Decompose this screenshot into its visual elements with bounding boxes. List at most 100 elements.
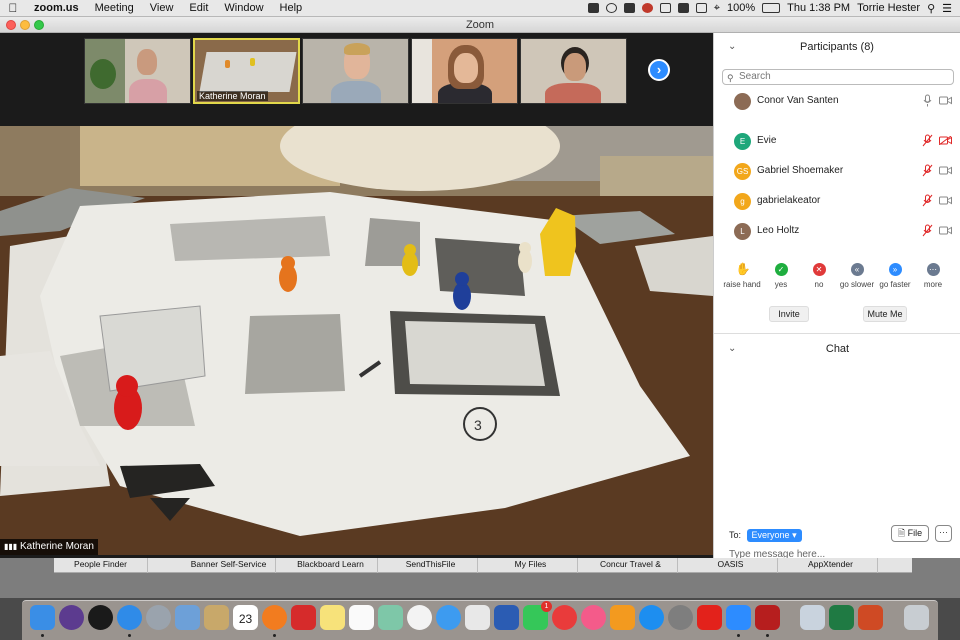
minimize-button[interactable] xyxy=(20,20,30,30)
menu-meeting[interactable]: Meeting xyxy=(87,2,142,14)
menu-help[interactable]: Help xyxy=(272,2,311,14)
mute-me-button[interactable]: Mute Me xyxy=(863,306,907,322)
yes-button[interactable]: ✓ yes xyxy=(761,263,801,289)
creative-cloud-icon[interactable] xyxy=(605,3,617,13)
acrobat-icon[interactable] xyxy=(755,605,780,630)
status-app-icon[interactable] xyxy=(587,3,599,13)
participant-row[interactable]: GS Gabriel Shoemaker xyxy=(714,156,960,186)
apple-icon[interactable]:  xyxy=(0,1,26,15)
participant-row[interactable]: L Leo Holtz xyxy=(714,216,960,246)
close-button[interactable] xyxy=(6,20,16,30)
status-app-icon-2[interactable] xyxy=(623,3,635,13)
reactions-bar: ✋ raise hand ✓ yes ✕ no « go slower » go… xyxy=(714,259,960,303)
textedit-icon[interactable] xyxy=(465,605,490,630)
video-camera-icon[interactable] xyxy=(939,96,952,105)
participant-row[interactable]: E Evie xyxy=(714,126,960,156)
chat-more-button[interactable]: ··· xyxy=(935,525,952,542)
zoom-icon[interactable] xyxy=(726,605,751,630)
bookmark-blackboard[interactable]: Blackboard Learn xyxy=(284,558,378,573)
bookmark-concur[interactable]: Concur Travel & xyxy=(584,558,678,573)
maps-icon[interactable] xyxy=(378,605,403,630)
video-off-icon[interactable] xyxy=(939,136,952,145)
video-thumbnail[interactable] xyxy=(411,38,518,104)
participant-search-input[interactable]: ⚲ Search xyxy=(722,69,954,85)
video-thumbnail[interactable] xyxy=(520,38,627,104)
recipient-dropdown[interactable]: Everyone ▾ xyxy=(746,529,802,542)
main-video[interactable]: 3 ▮▮▮ Katherine Moran xyxy=(0,126,713,555)
mic-muted-icon[interactable] xyxy=(922,194,933,207)
music-icon[interactable] xyxy=(581,605,606,630)
launchpad-icon[interactable] xyxy=(88,605,113,630)
video-thumbnail-active[interactable]: Katherine Moran xyxy=(193,38,300,104)
excel-icon[interactable] xyxy=(829,605,854,630)
adobe-icon[interactable] xyxy=(697,605,722,630)
bookmark-appxtender[interactable]: AppXtender xyxy=(784,558,878,573)
next-page-button[interactable]: › xyxy=(648,59,670,81)
bluetooth-icon[interactable] xyxy=(695,3,707,13)
wifi-icon[interactable]: ⌖ xyxy=(714,2,720,15)
photos-icon[interactable] xyxy=(407,605,432,630)
participant-row[interactable]: Conor Van Santen xyxy=(714,91,960,117)
bookmark-my-files[interactable]: My Files xyxy=(484,558,578,573)
trash-icon[interactable] xyxy=(904,605,929,630)
mic-muted-icon[interactable] xyxy=(922,164,933,177)
safari-icon[interactable] xyxy=(117,605,142,630)
status-app-icon-3[interactable] xyxy=(641,3,653,13)
mic-icon[interactable] xyxy=(922,94,933,107)
mic-muted-icon[interactable] xyxy=(922,134,933,147)
bookmark-oasis[interactable]: OASIS xyxy=(684,558,778,573)
video-camera-icon[interactable] xyxy=(939,226,952,235)
video-camera-icon[interactable] xyxy=(939,166,952,175)
finder-icon[interactable] xyxy=(30,605,55,630)
menu-window[interactable]: Window xyxy=(216,2,271,14)
reaction-label: yes xyxy=(774,280,788,289)
rocket-icon[interactable] xyxy=(146,605,171,630)
preview-icon[interactable] xyxy=(175,605,200,630)
battery-icon[interactable] xyxy=(762,3,781,13)
calendar-icon[interactable]: 23 xyxy=(233,605,258,630)
participant-row[interactable]: g gabrielakeator xyxy=(714,186,960,216)
zotero-icon[interactable] xyxy=(291,605,316,630)
shield-icon[interactable] xyxy=(659,3,671,13)
go-faster-button[interactable]: » go faster xyxy=(875,263,915,289)
video-thumbnail[interactable] xyxy=(84,38,191,104)
messages-icon[interactable] xyxy=(436,605,461,630)
invite-button[interactable]: Invite xyxy=(769,306,809,322)
clock[interactable]: Thu 1:38 PM xyxy=(787,2,850,14)
zoom-button[interactable] xyxy=(34,20,44,30)
notebook-icon[interactable] xyxy=(204,605,229,630)
app-store-icon[interactable] xyxy=(639,605,664,630)
reminders-icon[interactable] xyxy=(349,605,374,630)
more-reactions-button[interactable]: ⋯ more xyxy=(913,263,953,289)
menu-app[interactable]: zoom.us xyxy=(26,2,87,14)
bookmark-banner[interactable]: Banner Self-Service xyxy=(182,558,276,573)
books-icon[interactable] xyxy=(610,605,635,630)
menu-view[interactable]: View xyxy=(142,2,182,14)
chevron-down-icon[interactable]: ⌄ xyxy=(728,33,736,61)
powerpoint-icon[interactable] xyxy=(858,605,883,630)
bookmark-people-finder[interactable]: People Finder xyxy=(54,558,148,573)
downloads-folder-icon[interactable] xyxy=(800,605,825,630)
avatar: L xyxy=(734,223,751,240)
spotlight-icon[interactable]: ⚲ xyxy=(927,2,935,15)
status-app-icon-4[interactable] xyxy=(677,3,689,13)
video-camera-icon[interactable] xyxy=(939,196,952,205)
system-preferences-icon[interactable] xyxy=(668,605,693,630)
file-button[interactable]: 🗎 File xyxy=(891,525,929,542)
mic-muted-icon[interactable] xyxy=(922,224,933,237)
notification-center-icon[interactable]: ☰ xyxy=(942,2,952,15)
word-icon[interactable] xyxy=(494,605,519,630)
bookmark-sendthisfile[interactable]: SendThisFile xyxy=(384,558,478,573)
news-icon[interactable] xyxy=(552,605,577,630)
video-thumbnail[interactable] xyxy=(302,38,409,104)
raise-hand-button[interactable]: ✋ raise hand xyxy=(722,263,762,290)
menu-edit[interactable]: Edit xyxy=(181,2,216,14)
siri-icon[interactable] xyxy=(59,605,84,630)
firefox-icon[interactable] xyxy=(262,605,287,630)
facetime-icon[interactable]: 1 xyxy=(523,601,552,630)
stickies-icon[interactable] xyxy=(320,605,345,630)
go-slower-button[interactable]: « go slower xyxy=(837,263,877,289)
user-name[interactable]: Torrie Hester xyxy=(857,2,920,14)
no-button[interactable]: ✕ no xyxy=(799,263,839,289)
chevron-down-icon[interactable]: ⌄ xyxy=(728,335,736,363)
